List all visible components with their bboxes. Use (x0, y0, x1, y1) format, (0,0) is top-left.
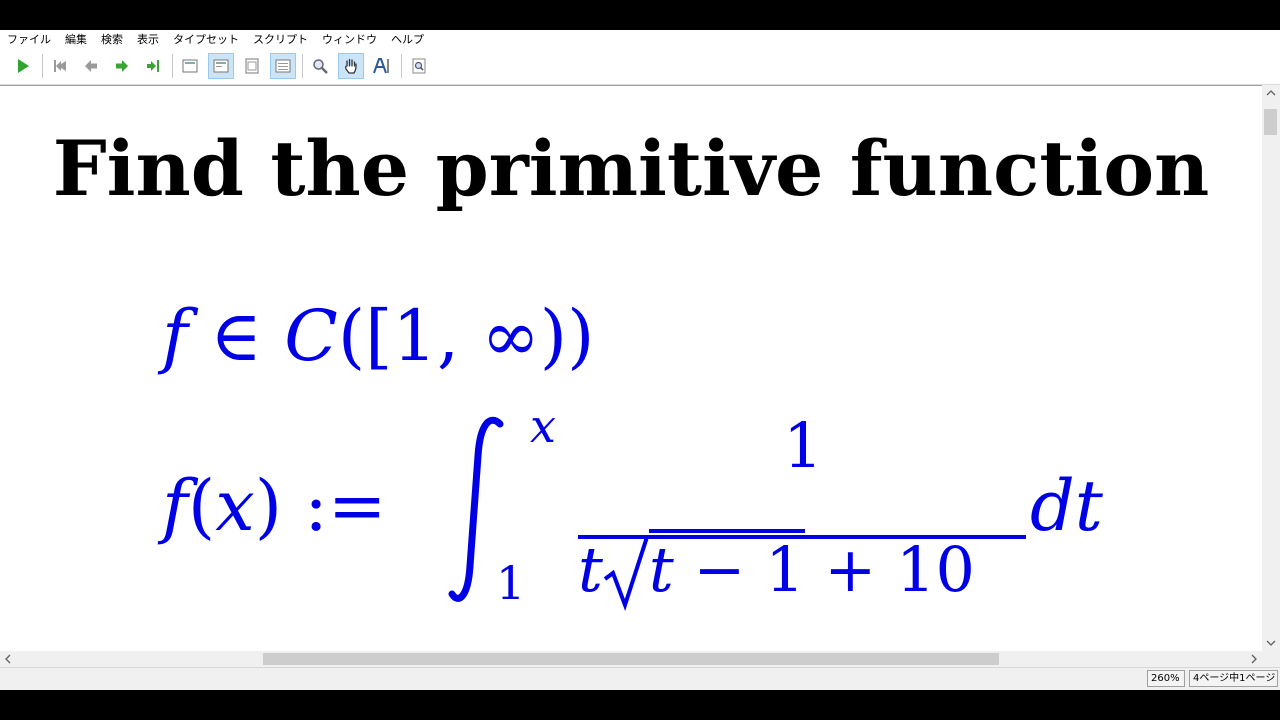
math-f: f (162, 465, 188, 547)
next-page-button[interactable] (109, 53, 135, 79)
math-domain-line: f ∈ C([1, ∞)) (162, 296, 594, 376)
denominator-t: t (578, 533, 603, 606)
math-interval-open: ([1, (337, 295, 482, 377)
math-definition-lhs: f(x) := (162, 466, 387, 546)
math-in-symbol: ∈ (187, 295, 285, 377)
page-width-icon (213, 59, 229, 73)
menu-help[interactable]: ヘルプ (384, 30, 431, 49)
horizontal-scroll-thumb[interactable] (263, 653, 999, 665)
previous-page-button[interactable] (78, 53, 104, 79)
radicand-t: t (648, 533, 674, 606)
magnify-tool-button[interactable] (307, 53, 333, 79)
radicand-minus-one: − 1 (673, 533, 805, 606)
window-fit-icon (275, 59, 291, 73)
horizontal-scrollbar[interactable] (0, 651, 1262, 667)
menu-scripts[interactable]: スクリプト (246, 30, 315, 49)
find-in-page-icon (412, 58, 426, 74)
vertical-scrollbar[interactable] (1262, 85, 1280, 651)
first-page-button[interactable] (47, 53, 73, 79)
text-select-icon (373, 58, 389, 74)
math-interval-close: )) (539, 295, 595, 377)
document-heading: Find the primitive function (52, 124, 1210, 213)
zoom-level[interactable]: 260% (1147, 670, 1185, 687)
toolbar-separator (401, 54, 402, 78)
integral-lower-limit: 1 (496, 556, 526, 610)
arrow-right-icon (116, 60, 128, 72)
scroll-down-arrow[interactable] (1262, 634, 1280, 651)
denominator-plus-ten: + 10 (804, 533, 975, 606)
scroll-up-arrow[interactable] (1262, 85, 1280, 102)
menu-view[interactable]: 表示 (130, 30, 166, 49)
math-f: f (162, 295, 188, 377)
menu-typeset[interactable]: タイプセット (166, 30, 246, 49)
chevron-down-icon (1266, 640, 1276, 646)
toolbar (0, 49, 1280, 85)
view-actual-size-button[interactable] (177, 53, 203, 79)
find-button[interactable] (406, 53, 432, 79)
scroll-tool-button[interactable] (338, 53, 364, 79)
last-page-button[interactable] (140, 53, 166, 79)
page-icon (182, 59, 198, 73)
select-text-tool-button[interactable] (369, 53, 395, 79)
page-indicator: 4ページ中1ページ (1189, 670, 1278, 687)
vertical-scroll-thumb[interactable] (1264, 109, 1277, 135)
toolbar-separator (172, 54, 173, 78)
math-rparen: ) (254, 465, 283, 547)
arrow-left-icon (85, 60, 97, 72)
toolbar-separator (302, 54, 303, 78)
play-icon (18, 59, 29, 73)
toolbar-separator (42, 54, 43, 78)
scroll-right-arrow[interactable] (1245, 651, 1262, 667)
magnifier-icon (313, 59, 328, 74)
scrollbar-corner (1262, 651, 1280, 667)
chevron-left-icon (5, 654, 11, 664)
math-x: x (215, 465, 255, 547)
fraction-numerator: 1 (783, 409, 823, 482)
math-lparen: ( (187, 465, 216, 547)
integral-upper-limit: x (530, 399, 556, 453)
view-fit-window-button[interactable] (270, 53, 296, 79)
math-dt: dt (1030, 465, 1103, 547)
app-window: ファイル 編集 検索 表示 タイプセット スクリプト ウィンドウ ヘルプ Fin… (0, 30, 1280, 690)
view-fit-width-button[interactable] (208, 53, 234, 79)
menu-file[interactable]: ファイル (0, 30, 58, 49)
menu-search[interactable]: 検索 (94, 30, 130, 49)
view-fit-page-button[interactable] (239, 53, 265, 79)
menu-window[interactable]: ウィンドウ (315, 30, 384, 49)
menu-bar: ファイル 編集 検索 表示 タイプセット スクリプト ウィンドウ ヘルプ (0, 30, 1280, 49)
first-page-icon (54, 60, 66, 72)
last-page-icon (147, 60, 159, 72)
radicand: t − 1 (648, 529, 805, 606)
math-infinity: ∞ (481, 295, 540, 377)
scroll-left-arrow[interactable] (0, 651, 17, 667)
status-bar: 260% 4ページ中1ページ (0, 667, 1280, 690)
fraction-denominator: tt − 1 + 10 (578, 529, 975, 612)
chevron-up-icon (1266, 90, 1276, 96)
math-defeq: := (282, 465, 387, 547)
page-fit-icon (245, 58, 259, 74)
pdf-preview-pane[interactable]: Find the primitive function f ∈ C([1, ∞)… (0, 85, 1262, 651)
menu-edit[interactable]: 編集 (58, 30, 94, 49)
hand-icon (345, 58, 357, 74)
typeset-run-button[interactable] (10, 53, 36, 79)
chevron-right-icon (1251, 654, 1257, 664)
math-C: C (284, 295, 338, 377)
radical-sign (603, 536, 649, 612)
